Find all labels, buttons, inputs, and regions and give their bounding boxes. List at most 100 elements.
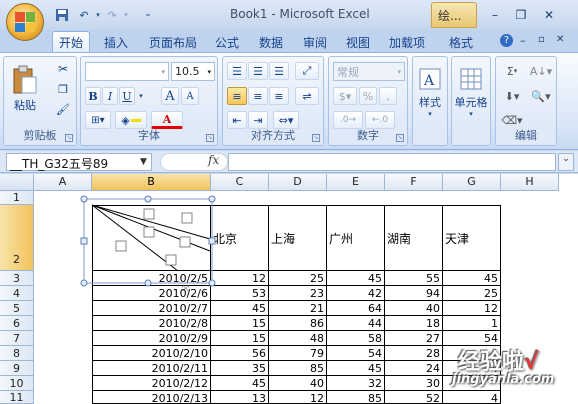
header-city-5[interactable]: 天津 — [443, 205, 501, 271]
column-header-g[interactable]: G — [443, 174, 501, 191]
expand-formula-bar-icon[interactable]: ⌄ — [558, 153, 574, 171]
copy-icon[interactable]: ❐ — [54, 81, 72, 97]
row-header-9[interactable]: 9 — [0, 361, 34, 376]
value-cell[interactable]: 15 — [211, 331, 269, 346]
wrap-text-icon[interactable]: ⇌ — [295, 87, 319, 105]
value-cell[interactable]: 13 — [211, 391, 269, 404]
grow-font-button[interactable]: A — [161, 87, 179, 105]
value-cell[interactable]: 25 — [269, 271, 327, 286]
value-cell[interactable]: 48 — [269, 331, 327, 346]
number-launcher-icon[interactable]: ↘ — [396, 134, 404, 142]
workbook-close-icon[interactable]: ✕ — [556, 34, 564, 45]
value-cell[interactable]: 52 — [385, 391, 443, 404]
paste-button[interactable]: 粘贴 — [8, 61, 42, 117]
tab-view[interactable]: 视图 — [340, 32, 376, 52]
font-size-combo[interactable]: 10.5 ▾ — [171, 62, 215, 81]
tab-insert[interactable]: 插入 — [98, 32, 134, 52]
value-cell[interactable]: 21 — [269, 301, 327, 316]
align-middle-icon[interactable]: ☰ — [248, 62, 268, 80]
column-header-d[interactable]: D — [269, 174, 327, 191]
workbook-minimize-icon[interactable]: – — [520, 34, 526, 47]
align-left-icon[interactable]: ≡ — [227, 87, 247, 105]
value-cell[interactable]: 4 — [443, 391, 501, 404]
value-cell[interactable]: 55 — [385, 271, 443, 286]
date-cell[interactable]: 2010/2/9 — [92, 331, 211, 346]
save-icon[interactable] — [54, 7, 70, 23]
row-header-11[interactable]: 11 — [0, 391, 34, 404]
row-header-2[interactable]: 2 — [0, 205, 34, 271]
textbox-markers[interactable] — [115, 208, 193, 266]
value-cell[interactable]: 35 — [211, 361, 269, 376]
column-header-a[interactable]: A — [34, 174, 92, 191]
name-box[interactable]: __TH_G32五号89 — [6, 153, 152, 171]
row-header-3[interactable]: 3 — [0, 271, 34, 286]
value-cell[interactable]: 40 — [269, 376, 327, 391]
row-header-8[interactable]: 8 — [0, 346, 34, 361]
tab-formulas[interactable]: 公式 — [209, 32, 245, 52]
value-cell[interactable]: 18 — [385, 316, 443, 331]
header-city-3[interactable]: 广州 — [327, 205, 385, 271]
autosum-button[interactable]: Σ ▾ — [500, 62, 524, 80]
value-cell[interactable]: 25 — [443, 286, 501, 301]
date-cell[interactable]: 2010/2/7 — [92, 301, 211, 316]
row-header-7[interactable]: 7 — [0, 331, 34, 346]
customize-toolbar-icon[interactable]: ₌ — [140, 7, 156, 23]
select-all-corner[interactable] — [0, 174, 34, 191]
tab-page-layout[interactable]: 页面布局 — [143, 32, 203, 52]
value-cell[interactable]: 64 — [327, 301, 385, 316]
formula-input[interactable] — [228, 153, 556, 171]
accounting-format-icon[interactable]: $▾ — [333, 87, 357, 105]
value-cell[interactable]: 54 — [327, 346, 385, 361]
row-header-6[interactable]: 6 — [0, 316, 34, 331]
value-cell[interactable]: 12 — [443, 301, 501, 316]
clipboard-launcher-icon[interactable]: ↘ — [65, 134, 73, 142]
tab-review[interactable]: 审阅 — [297, 32, 333, 52]
tab-home[interactable]: 开始 — [52, 31, 91, 53]
sort-filter-icon[interactable]: A↓▾ — [528, 62, 554, 80]
help-icon[interactable]: ? — [500, 34, 513, 47]
value-cell[interactable]: 42 — [327, 286, 385, 301]
value-cell[interactable]: 12 — [269, 391, 327, 404]
orientation-icon[interactable]: ⤢ — [295, 62, 319, 80]
number-format-combo[interactable]: 常规 ▾ — [333, 62, 405, 81]
value-cell[interactable]: 23 — [269, 286, 327, 301]
date-cell[interactable]: 2010/2/8 — [92, 316, 211, 331]
value-cell[interactable]: 15 — [211, 316, 269, 331]
shrink-font-button[interactable]: A — [181, 87, 199, 105]
row-header-4[interactable]: 4 — [0, 286, 34, 301]
header-city-4[interactable]: 湖南 — [385, 205, 443, 271]
underline-dropdown-icon[interactable]: ▾ — [136, 87, 146, 105]
comma-button[interactable]: , — [379, 87, 397, 105]
tab-data[interactable]: 数据 — [253, 32, 289, 52]
font-launcher-icon[interactable]: ↘ — [206, 134, 214, 142]
italic-button[interactable]: I — [102, 87, 118, 105]
value-cell[interactable]: 79 — [269, 346, 327, 361]
workbook-restore-icon[interactable]: ▫ — [538, 34, 545, 45]
value-cell[interactable]: 44 — [327, 316, 385, 331]
align-right-icon[interactable]: ≡ — [269, 87, 289, 105]
value-cell[interactable]: 40 — [385, 301, 443, 316]
align-center-icon[interactable]: ≡ — [248, 87, 268, 105]
minimize-icon[interactable]: – — [486, 8, 504, 22]
row-header-5[interactable]: 5 — [0, 301, 34, 316]
row-header-10[interactable]: 10 — [0, 376, 34, 391]
align-bottom-icon[interactable]: ☰ — [269, 62, 289, 80]
close-icon[interactable]: ✕ — [540, 8, 558, 22]
styles-button[interactable]: A 样式 ▾ — [415, 61, 445, 125]
font-name-combo[interactable]: ▾ — [85, 62, 169, 81]
value-cell[interactable]: 32 — [327, 376, 385, 391]
alignment-launcher-icon[interactable]: ↘ — [312, 134, 320, 142]
cells-button[interactable]: 单元格 ▾ — [454, 61, 488, 125]
insert-function-button[interactable]: fx — [208, 153, 219, 167]
percent-button[interactable]: % — [359, 87, 377, 105]
name-box-dropdown-icon[interactable]: ▼ — [140, 157, 147, 167]
value-cell[interactable]: 94 — [385, 286, 443, 301]
diagonal-header-drawing[interactable]: ⤧ — [78, 193, 224, 293]
fill-icon[interactable]: ⬇▾ — [500, 87, 524, 105]
value-cell[interactable]: 45 — [211, 301, 269, 316]
cut-icon[interactable]: ✂ — [54, 61, 72, 77]
date-cell[interactable]: 2010/2/11 — [92, 361, 211, 376]
value-cell[interactable]: 58 — [327, 331, 385, 346]
redo-dropdown-icon[interactable]: ▾ — [118, 7, 134, 23]
column-header-e[interactable]: E — [327, 174, 385, 191]
